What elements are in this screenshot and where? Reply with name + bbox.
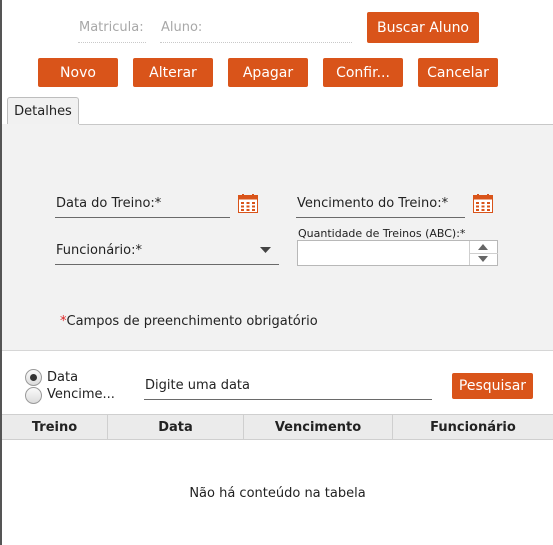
confirmar-button[interactable]: Confir... — [323, 58, 403, 87]
radio-data-label: Data — [47, 370, 79, 385]
tab-detalhes[interactable]: Detalhes — [7, 97, 79, 125]
matricula-label: Matricula: — [79, 20, 144, 35]
funcionario-combobox[interactable] — [55, 264, 279, 265]
calendar-icon[interactable] — [238, 194, 258, 213]
vencimento-treino-field[interactable] — [296, 217, 465, 218]
tab-divider — [79, 124, 553, 125]
column-header-data[interactable]: Data — [108, 415, 244, 439]
quantidade-treinos-label: Quantidade de Treinos (ABC):* — [298, 227, 466, 240]
required-note-text: Campos de preenchimento obrigatório — [66, 314, 318, 329]
data-treino-field[interactable] — [55, 217, 230, 218]
calendar-icon[interactable] — [473, 194, 493, 213]
novo-button[interactable]: Novo — [38, 58, 118, 87]
quantidade-treinos-spinner[interactable] — [297, 240, 498, 266]
data-treino-label: Data do Treino:* — [56, 196, 162, 211]
spinner-down-icon[interactable] — [478, 256, 488, 262]
apagar-button[interactable]: Apagar — [228, 58, 308, 87]
chevron-down-icon[interactable] — [260, 247, 271, 254]
column-header-vencimento[interactable]: Vencimento — [244, 415, 393, 439]
funcionario-label: Funcionário:* — [56, 243, 142, 258]
vencimento-treino-label: Vencimento do Treino:* — [297, 196, 449, 211]
required-fields-note: *Campos de preenchimento obrigatório — [60, 314, 318, 329]
buscar-aluno-button[interactable]: Buscar Aluno — [367, 12, 479, 43]
radio-data[interactable] — [25, 369, 42, 386]
cancelar-button[interactable]: Cancelar — [418, 58, 498, 87]
search-input-placeholder: Digite uma data — [145, 378, 250, 393]
search-input[interactable] — [144, 399, 432, 400]
column-header-funcionario[interactable]: Funcionário — [393, 415, 553, 439]
spinner-divider — [469, 253, 498, 254]
table-header: Treino Data Vencimento Funcionário — [2, 414, 553, 440]
panel-divider — [2, 350, 553, 351]
matricula-field[interactable] — [78, 42, 146, 43]
pesquisar-button[interactable]: Pesquisar — [452, 373, 533, 399]
aluno-field[interactable] — [160, 42, 352, 43]
spinner-up-icon[interactable] — [478, 244, 488, 250]
tab-detalhes-label: Detalhes — [14, 104, 72, 119]
column-header-treino[interactable]: Treino — [2, 415, 108, 439]
tab-strip: Detalhes — [0, 95, 553, 125]
table-empty-message: Não há conteúdo na tabela — [189, 486, 366, 501]
radio-vencimento[interactable] — [25, 387, 42, 404]
alterar-button[interactable]: Alterar — [133, 58, 213, 87]
aluno-label: Aluno: — [161, 20, 203, 35]
radio-vencimento-label: Vencime... — [47, 387, 115, 402]
